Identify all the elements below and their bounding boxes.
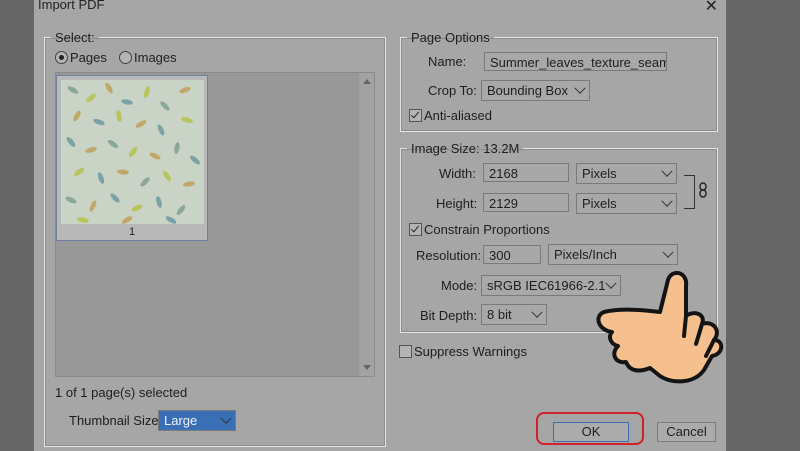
anti-aliased-checkbox[interactable] (409, 109, 422, 122)
thumbnail-size-value: Large (164, 413, 198, 428)
height-unit-value: Pixels (582, 196, 617, 211)
resolution-input[interactable]: 300 (483, 245, 541, 264)
mode-value: sRGB IEC61966-2.1 (487, 278, 606, 293)
images-radio[interactable] (119, 51, 132, 64)
resolution-unit-value: Pixels/Inch (554, 247, 617, 262)
bit-depth-select[interactable]: 8 bit (481, 304, 547, 325)
width-input[interactable]: 2168 (483, 163, 569, 182)
pages-radio-label[interactable]: Pages (70, 50, 107, 65)
background-right (726, 0, 800, 451)
pages-radio[interactable] (55, 51, 68, 64)
select-legend: Select: (55, 30, 95, 45)
thumbnail-size-select[interactable]: Large (158, 410, 236, 431)
background-left (0, 0, 34, 451)
page-options-legend: Page Options (411, 30, 490, 45)
chevron-down-icon (661, 165, 673, 177)
chevron-down-icon (662, 246, 674, 258)
bit-depth-value: 8 bit (487, 307, 512, 322)
bit-depth-label: Bit Depth: (420, 308, 478, 323)
name-label: Name: (428, 54, 467, 69)
chain-link-icon (698, 182, 708, 201)
scroll-up-arrow-icon[interactable] (363, 79, 371, 84)
page-thumbnail[interactable]: 1 (56, 75, 208, 241)
chevron-down-icon (661, 195, 673, 207)
chevron-down-icon (220, 412, 232, 424)
scroll-down-arrow-icon[interactable] (363, 365, 371, 370)
mode-label: Mode: (441, 278, 478, 293)
leaf-pattern-thumbnail (61, 80, 204, 224)
height-unit-select[interactable]: Pixels (576, 193, 677, 214)
thumbnail-page-number: 1 (128, 226, 136, 238)
resolution-label: Resolution: (416, 248, 482, 263)
page-preview-area[interactable]: 1 (55, 72, 375, 377)
width-unit-select[interactable]: Pixels (576, 163, 677, 184)
chevron-down-icon (574, 82, 586, 94)
resolution-unit-select[interactable]: Pixels/Inch (548, 244, 678, 265)
suppress-warnings-label[interactable]: Suppress Warnings (414, 344, 527, 359)
suppress-warnings-checkbox[interactable] (399, 345, 412, 358)
proportion-link-bracket (684, 175, 695, 209)
width-label: Width: (439, 166, 476, 181)
thumbnail-size-label: Thumbnail Size: (69, 413, 163, 428)
window-title: Import PDF (38, 0, 105, 12)
ok-button-highlight (536, 412, 644, 445)
height-label: Height: (436, 196, 478, 211)
pointing-hand-icon (596, 270, 724, 384)
pages-selected-status: 1 of 1 page(s) selected (55, 385, 188, 400)
preview-scrollbar[interactable] (359, 73, 374, 376)
anti-aliased-label[interactable]: Anti-aliased (424, 108, 492, 123)
chevron-down-icon (531, 306, 543, 318)
name-input[interactable]: Summer_leaves_texture_seamle (484, 52, 667, 71)
constrain-proportions-label[interactable]: Constrain Proportions (424, 222, 550, 237)
images-radio-label[interactable]: Images (134, 50, 177, 65)
crop-to-select[interactable]: Bounding Box (481, 80, 590, 101)
cancel-button[interactable]: Cancel (657, 422, 716, 442)
height-input[interactable]: 2129 (483, 193, 569, 212)
constrain-proportions-checkbox[interactable] (409, 223, 422, 236)
image-size-legend: Image Size: 13.2M (411, 141, 520, 156)
title-bar: Import PDF ✕ (34, 0, 726, 18)
crop-to-value: Bounding Box (487, 83, 568, 98)
width-unit-value: Pixels (582, 166, 617, 181)
crop-to-label: Crop To: (428, 83, 477, 98)
close-icon[interactable]: ✕ (705, 0, 718, 16)
